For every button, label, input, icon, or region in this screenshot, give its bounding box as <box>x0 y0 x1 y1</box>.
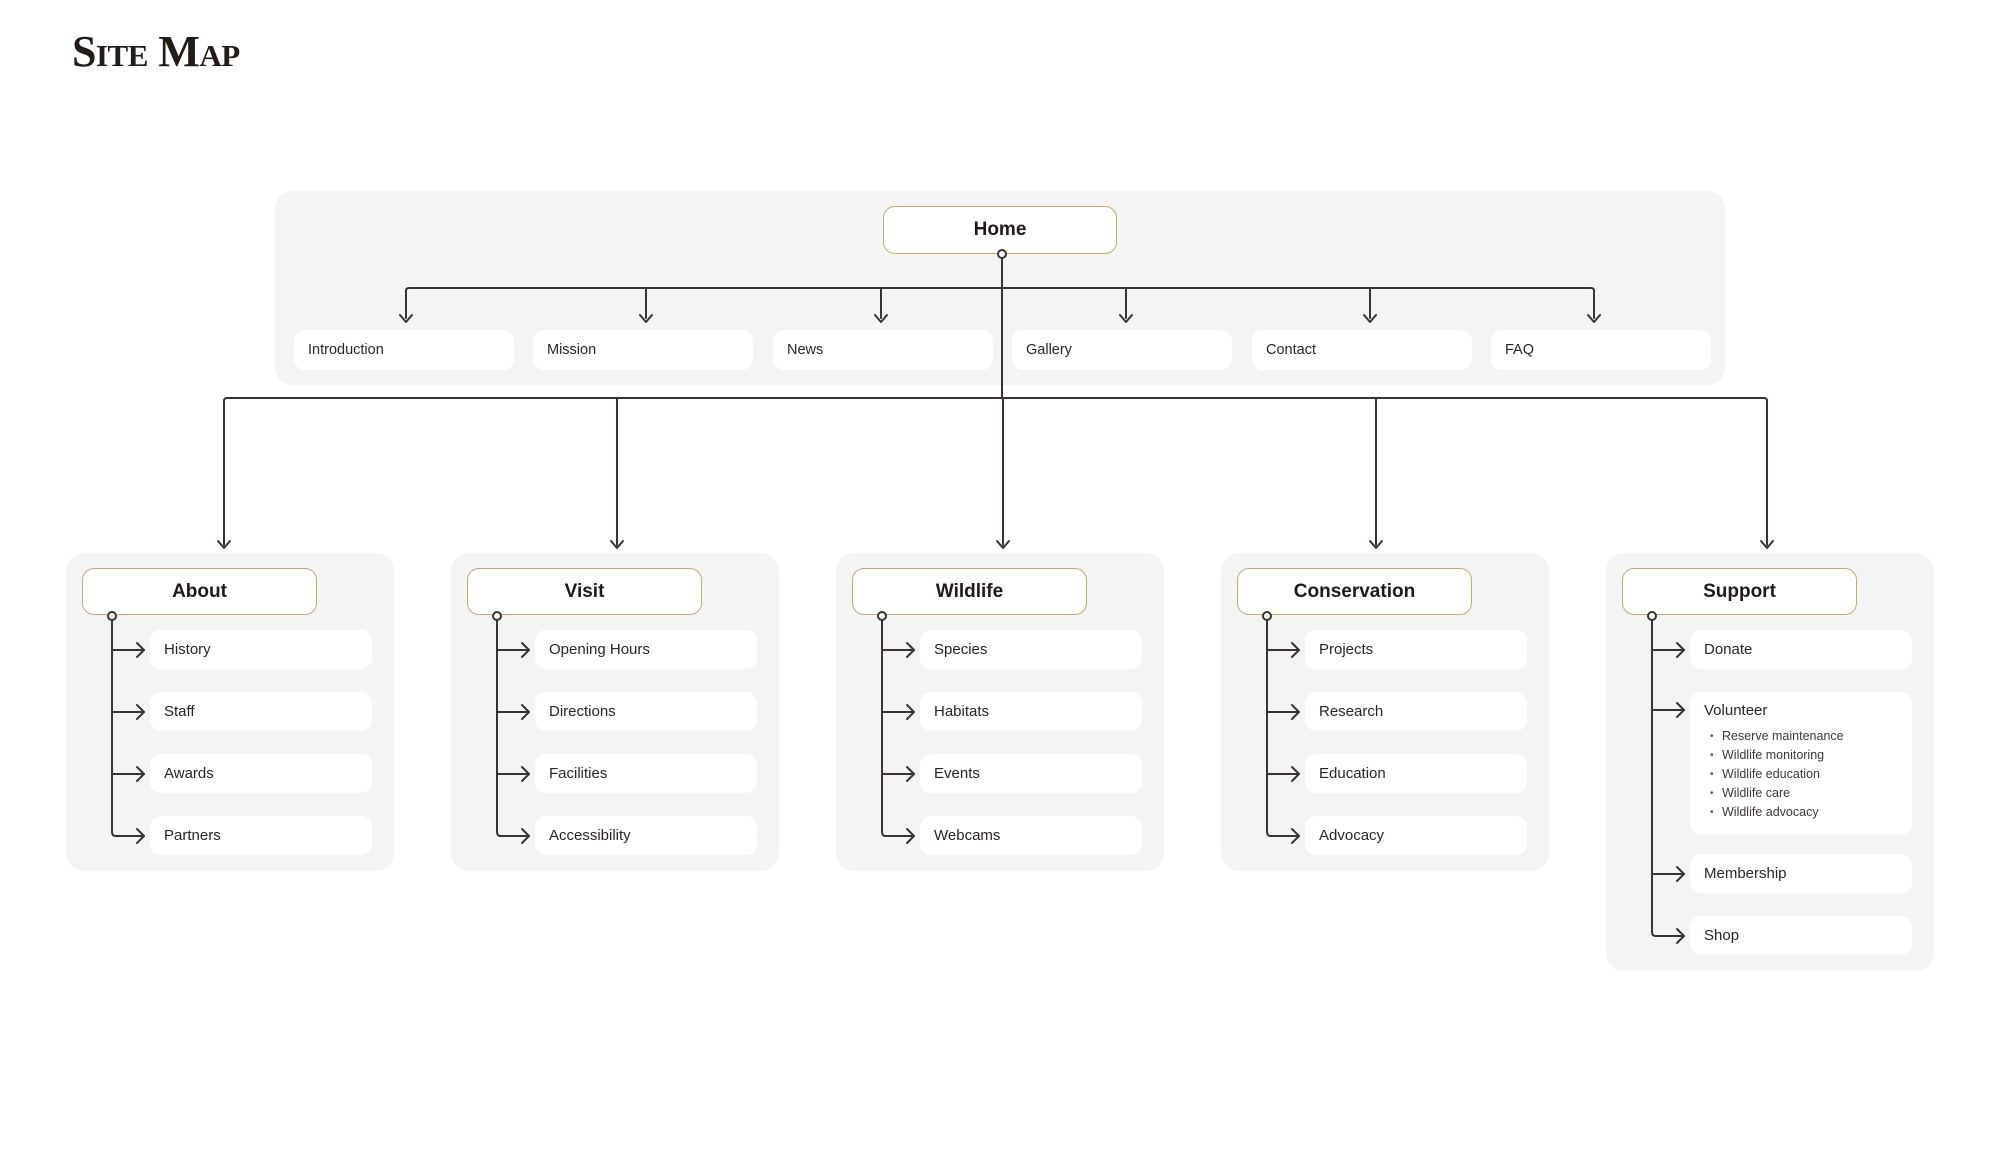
page-item-label: Awards <box>164 765 214 782</box>
nav-item-mission[interactable]: Mission <box>533 330 753 370</box>
node-home-label: Home <box>973 219 1027 240</box>
section-title: Conservation <box>1293 580 1416 602</box>
arrow-down-icon <box>1369 540 1383 549</box>
page-item-education[interactable]: Education <box>1305 754 1527 793</box>
page-item-label: Donate <box>1704 641 1753 658</box>
subpage-item[interactable]: Wildlife care <box>1710 784 1912 803</box>
page-item-label: Projects <box>1319 641 1374 658</box>
page-item-directions[interactable]: Directions <box>535 692 757 731</box>
page-item-research[interactable]: Research <box>1305 692 1527 731</box>
node-support[interactable]: Support <box>1622 568 1857 615</box>
page-item-label: Opening Hours <box>549 641 650 658</box>
nav-item-label: FAQ <box>1505 342 1535 358</box>
arrow-down-icon <box>217 540 231 549</box>
subpage-item[interactable]: Wildlife monitoring <box>1710 746 1912 765</box>
section-title: Visit <box>564 580 605 602</box>
page-item-label: Research <box>1319 703 1384 720</box>
node-about[interactable]: About <box>82 568 317 615</box>
page-item-label: Membership <box>1704 865 1787 882</box>
page-item-projects[interactable]: Projects <box>1305 630 1527 669</box>
page-title: Site Map <box>72 27 240 76</box>
page-item-awards[interactable]: Awards <box>150 754 372 793</box>
section-title: Wildlife <box>935 580 1004 602</box>
page-item-events[interactable]: Events <box>920 754 1142 793</box>
page-item-staff[interactable]: Staff <box>150 692 372 731</box>
page-item-label: Volunteer <box>1704 702 1768 719</box>
page-item-partners[interactable]: Partners <box>150 816 372 855</box>
subpage-item[interactable]: Wildlife education <box>1710 765 1912 784</box>
page-item-label: Habitats <box>934 703 990 720</box>
page-item-history[interactable]: History <box>150 630 372 669</box>
section-bus-line <box>223 397 1768 546</box>
node-home[interactable]: Home <box>883 206 1117 254</box>
page-item-opening-hours[interactable]: Opening Hours <box>535 630 757 669</box>
nav-item-label: News <box>787 342 824 358</box>
subpage-item[interactable]: Wildlife advocacy <box>1710 803 1912 822</box>
nav-item-news[interactable]: News <box>773 330 993 370</box>
node-wildlife[interactable]: Wildlife <box>852 568 1087 615</box>
subpage-item[interactable]: Reserve maintenance <box>1710 727 1912 746</box>
node-conservation[interactable]: Conservation <box>1237 568 1472 615</box>
nav-item-label: Contact <box>1266 342 1316 358</box>
arrow-down-icon <box>996 540 1010 549</box>
nav-item-label: Mission <box>547 342 597 358</box>
page-item-label: Accessibility <box>549 827 631 844</box>
nav-item-introduction[interactable]: Introduction <box>294 330 514 370</box>
page-item-label: Shop <box>1704 927 1740 944</box>
section-title: About <box>172 580 227 602</box>
page-item-label: Directions <box>549 703 616 720</box>
page-item-label: Events <box>934 765 980 782</box>
page-item-accessibility[interactable]: Accessibility <box>535 816 757 855</box>
page-item-label: Facilities <box>549 765 608 782</box>
nav-item-label: Gallery <box>1026 342 1072 358</box>
node-visit[interactable]: Visit <box>467 568 702 615</box>
page-item-species[interactable]: Species <box>920 630 1142 669</box>
page-item-label: Partners <box>164 827 221 844</box>
arrow-down-icon <box>1760 540 1774 549</box>
page-item-membership[interactable]: Membership <box>1690 854 1912 893</box>
page-item-label: Staff <box>164 703 195 720</box>
page-item-volunteer[interactable]: Volunteer Reserve maintenanceWildlife mon… <box>1690 692 1912 835</box>
section-title: Support <box>1703 580 1776 602</box>
page-item-webcams[interactable]: Webcams <box>920 816 1142 855</box>
page-item-advocacy[interactable]: Advocacy <box>1305 816 1527 855</box>
page-item-label: Species <box>934 641 988 658</box>
nav-item-label: Introduction <box>308 342 384 358</box>
subpage-list: Reserve maintenanceWildlife monitoringWi… <box>1704 727 1912 822</box>
page-item-label: Education <box>1319 765 1386 782</box>
page-item-label: Webcams <box>934 827 1001 844</box>
page-item-donate[interactable]: Donate <box>1690 630 1912 669</box>
page-item-shop[interactable]: Shop <box>1690 916 1912 955</box>
page-item-facilities[interactable]: Facilities <box>535 754 757 793</box>
page-item-habitats[interactable]: Habitats <box>920 692 1142 731</box>
nav-item-contact[interactable]: Contact <box>1252 330 1472 370</box>
page-item-label: History <box>164 641 211 658</box>
nav-item-gallery[interactable]: Gallery <box>1012 330 1232 370</box>
page-item-label: Advocacy <box>1319 827 1385 844</box>
nav-item-faq[interactable]: FAQ <box>1491 330 1711 370</box>
arrow-down-icon <box>610 540 624 549</box>
